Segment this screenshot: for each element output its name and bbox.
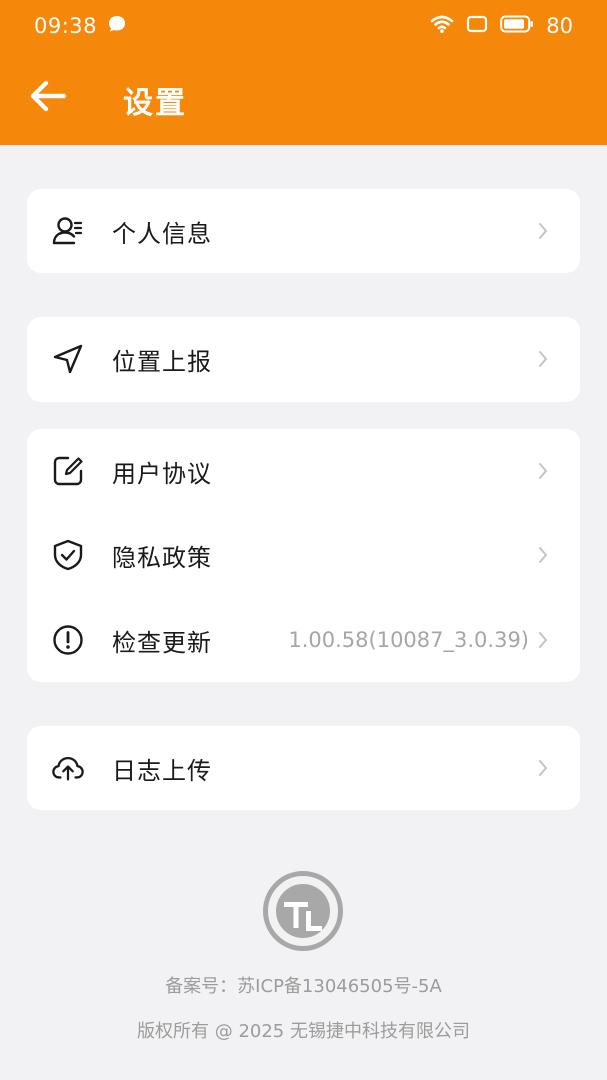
copyright: 版权所有 @ 2025 无锡捷中科技有限公司 — [137, 1021, 470, 1042]
menu-item-label: 检查更新 — [112, 628, 212, 657]
chevron-right-icon — [536, 461, 550, 481]
menu-item-log-upload[interactable]: 日志上传 — [27, 726, 580, 810]
company-logo — [262, 870, 344, 952]
chevron-right-icon — [536, 630, 550, 650]
arrow-left-icon — [28, 79, 68, 117]
menu-item-user-agreement[interactable]: 用户协议 — [27, 429, 580, 513]
app-header: 09:38 80 设置 — [0, 0, 607, 145]
menu-item-label: 隐私政策 — [112, 543, 212, 572]
toolbar: 设置 — [0, 52, 607, 145]
card-legal-update: 用户协议 隐私政策 检查更新 1.00.58(10087_3.0.39) — [27, 429, 580, 682]
alert-circle-icon — [51, 623, 85, 657]
card-log-upload: 日志上传 — [27, 726, 580, 810]
card-personal-info: 个人信息 — [27, 189, 580, 273]
status-right: 80 — [430, 14, 573, 38]
page-title: 设置 — [123, 86, 187, 121]
shield-check-icon — [51, 538, 85, 572]
menu-item-label: 个人信息 — [112, 219, 212, 248]
menu-item-check-update[interactable]: 检查更新 1.00.58(10087_3.0.39) — [27, 598, 580, 682]
user-list-icon — [51, 214, 85, 248]
battery-icon — [500, 14, 534, 38]
edit-icon — [51, 454, 85, 488]
menu-item-personal-info[interactable]: 个人信息 — [27, 189, 580, 273]
back-button[interactable] — [24, 76, 72, 120]
battery-level: 80 — [546, 14, 573, 38]
chevron-right-icon — [536, 221, 550, 241]
screen-icon — [466, 14, 488, 38]
status-left: 09:38 — [34, 14, 127, 38]
version-value: 1.00.58(10087_3.0.39) — [288, 628, 529, 652]
chevron-right-icon — [536, 545, 550, 565]
menu-item-privacy-policy[interactable]: 隐私政策 — [27, 513, 580, 597]
icp-record: 备案号：苏ICP备13046505号-5A — [165, 976, 442, 997]
wifi-icon — [430, 14, 454, 38]
status-time: 09:38 — [34, 14, 98, 38]
cloud-upload-icon — [51, 751, 85, 785]
menu-item-label: 用户协议 — [112, 459, 212, 488]
chevron-right-icon — [536, 349, 550, 369]
card-location-report: 位置上报 — [27, 317, 580, 402]
chevron-right-icon — [536, 758, 550, 778]
status-bar: 09:38 80 — [0, 0, 607, 52]
chat-bubble-icon — [107, 14, 127, 38]
navigation-icon — [51, 342, 85, 376]
menu-item-location-report[interactable]: 位置上报 — [27, 317, 580, 401]
menu-item-label: 位置上报 — [112, 347, 212, 376]
menu-item-label: 日志上传 — [112, 756, 212, 785]
